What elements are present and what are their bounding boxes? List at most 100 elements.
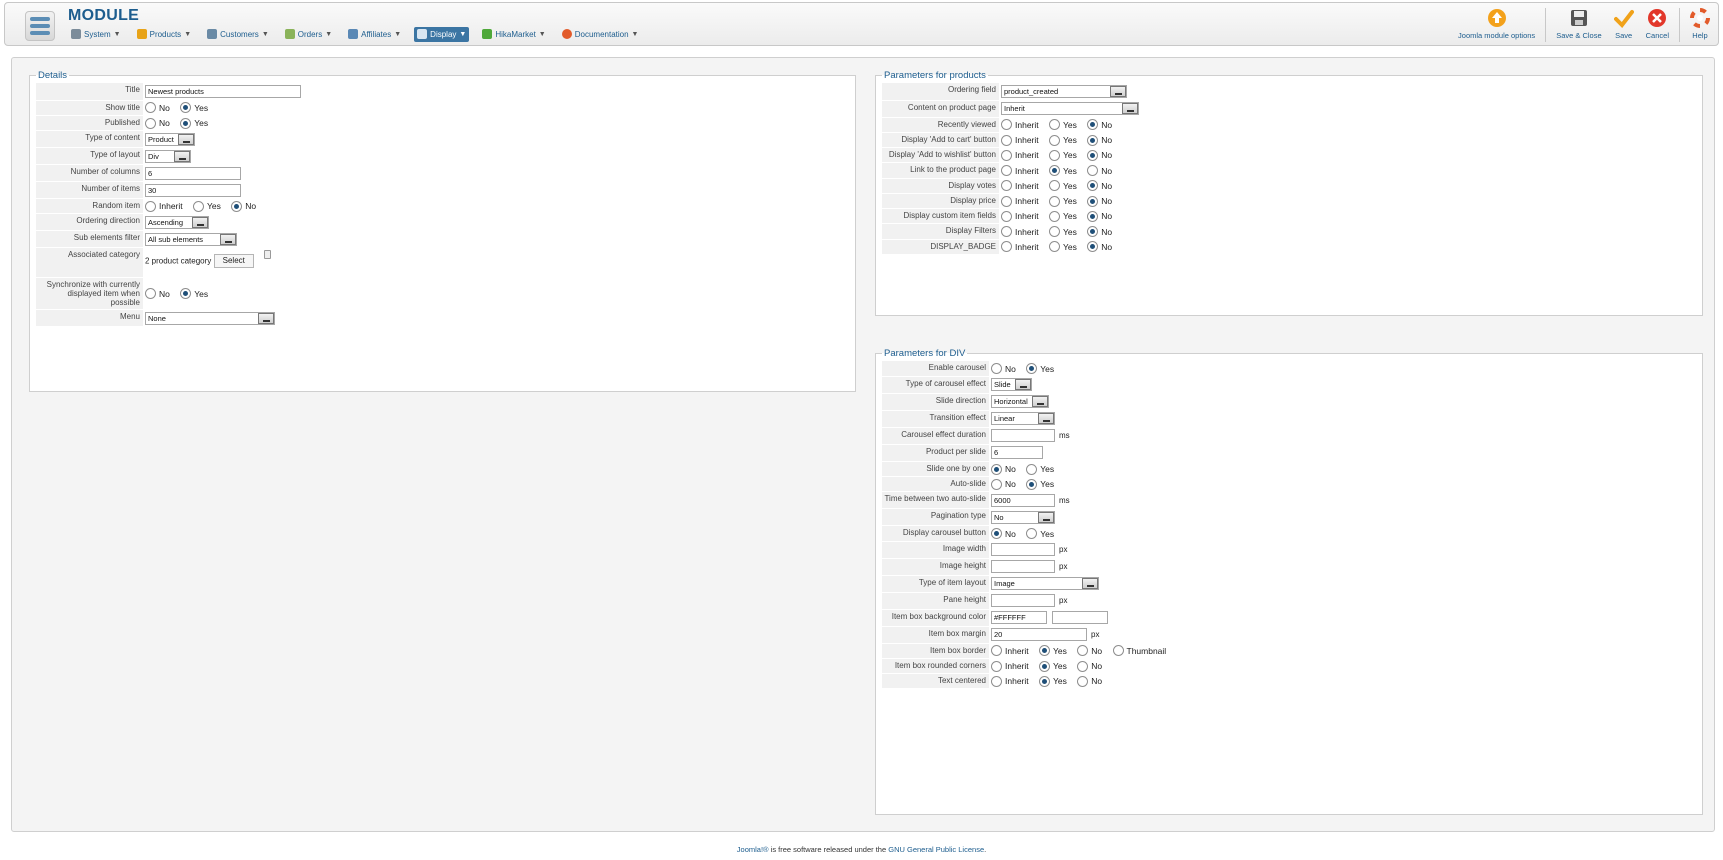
border-thumbnail-radio[interactable]	[1112, 645, 1124, 657]
centered-no-radio[interactable]	[1077, 675, 1089, 687]
random-yes-radio[interactable]	[193, 200, 204, 212]
content-page-select[interactable]: Inherit	[1001, 102, 1139, 115]
price-inherit-radio[interactable]	[1001, 195, 1012, 207]
show-title-no-radio[interactable]	[145, 102, 156, 114]
pane-height-input[interactable]	[991, 594, 1055, 607]
sub-filter-select[interactable]: All sub elements	[145, 232, 237, 246]
votes-no-radio[interactable]	[1087, 180, 1099, 192]
menu-products[interactable]: Products ▼	[134, 27, 195, 42]
rounded-inherit-radio[interactable]	[991, 660, 1002, 672]
show-title-yes-radio[interactable]	[180, 102, 192, 114]
delete-icon[interactable]	[264, 249, 272, 259]
votes-yes-radio[interactable]	[1049, 180, 1060, 192]
item-layout-select[interactable]: Image	[991, 577, 1099, 590]
title-input[interactable]: Newest products	[145, 85, 301, 98]
assoc-cat-value: 2 product category	[145, 256, 212, 266]
pagination-select[interactable]: No	[991, 510, 1055, 524]
one-by-one-yes-radio[interactable]	[1026, 463, 1038, 475]
menu-orders[interactable]: Orders ▼	[282, 27, 335, 42]
custom-fields-inherit-radio[interactable]	[1001, 210, 1012, 222]
slide-dir-select[interactable]: Horizontal	[991, 395, 1049, 409]
add-wishlist-yes-radio[interactable]	[1049, 149, 1060, 161]
num-items-input[interactable]: 30	[145, 183, 241, 197]
type-content-select[interactable]: Product	[145, 132, 195, 146]
num-items-label: Number of items	[36, 181, 143, 199]
published-no-radio[interactable]	[145, 117, 156, 129]
ordering-field-select[interactable]: product_created	[1001, 85, 1127, 98]
votes-inherit-radio[interactable]	[1001, 180, 1012, 192]
rounded-yes-radio[interactable]	[1039, 660, 1050, 672]
duration-input[interactable]	[991, 429, 1055, 443]
link-product-yes-radio[interactable]	[1049, 165, 1060, 176]
random-no-radio[interactable]	[231, 200, 243, 212]
save-close-button[interactable]: Save & Close	[1550, 6, 1607, 44]
joomla-link[interactable]: Joomla!®	[737, 845, 769, 854]
sync-yes-radio[interactable]	[180, 288, 192, 300]
carousel-btn-yes-radio[interactable]	[1026, 528, 1038, 539]
rounded-no-radio[interactable]	[1077, 660, 1089, 672]
border-inherit-radio[interactable]	[991, 645, 1002, 657]
one-by-one-no-radio[interactable]	[991, 463, 1002, 475]
add-cart-no-radio[interactable]	[1087, 134, 1099, 146]
recently-viewed-no-radio[interactable]	[1087, 119, 1099, 131]
badge-yes-radio[interactable]	[1049, 241, 1060, 253]
joomla-options-button[interactable]: Joomla module options	[1452, 6, 1541, 44]
add-wishlist-no-radio[interactable]	[1087, 149, 1099, 161]
carousel-btn-no-radio[interactable]	[991, 528, 1002, 539]
menu-display[interactable]: Display ▼	[414, 26, 470, 42]
menu-hikamarket[interactable]: HikaMarket ▼	[479, 27, 548, 42]
price-no-radio[interactable]	[1087, 195, 1099, 207]
badge-no-radio[interactable]	[1087, 241, 1099, 253]
filters-inherit-radio[interactable]	[1001, 226, 1012, 237]
border-no-radio[interactable]	[1077, 645, 1089, 657]
dropdown-arrow-icon	[192, 216, 208, 228]
select-category-button[interactable]: Select	[213, 253, 254, 268]
enable-carousel-yes-radio[interactable]	[1026, 363, 1038, 375]
bg-color-input[interactable]: #FFFFFF	[991, 611, 1047, 624]
centered-inherit-radio[interactable]	[991, 675, 1002, 687]
save-button[interactable]: Save	[1608, 6, 1640, 44]
gpl-license-link[interactable]: GNU General Public License	[888, 845, 984, 854]
num-columns-input[interactable]: 6	[145, 166, 241, 180]
color-picker-swatch[interactable]	[1052, 611, 1108, 624]
enable-carousel-no-radio[interactable]	[991, 363, 1002, 375]
radio-label: Inherit	[1005, 645, 1029, 656]
carousel-effect-select[interactable]: Slide	[991, 378, 1032, 392]
per-slide-input[interactable]: 6	[991, 446, 1043, 460]
help-button[interactable]: Help	[1684, 6, 1716, 44]
add-wishlist-inherit-radio[interactable]	[1001, 149, 1012, 161]
cancel-button[interactable]: Cancel	[1640, 6, 1675, 44]
recently-viewed-yes-radio[interactable]	[1049, 119, 1060, 131]
type-layout-select[interactable]: Div	[145, 149, 191, 163]
price-yes-radio[interactable]	[1049, 195, 1060, 207]
menu-documentation[interactable]: Documentation ▼	[559, 27, 642, 42]
add-cart-inherit-radio[interactable]	[1001, 134, 1012, 146]
menu-affiliates[interactable]: Affiliates ▼	[345, 27, 404, 42]
ordering-dir-select[interactable]: Ascending	[145, 215, 209, 229]
margin-input[interactable]: 20	[991, 628, 1087, 641]
filters-yes-radio[interactable]	[1049, 226, 1060, 237]
custom-fields-no-radio[interactable]	[1087, 210, 1099, 222]
auto-slide-yes-radio[interactable]	[1026, 478, 1038, 490]
transition-select[interactable]: Linear	[991, 412, 1055, 426]
add-cart-yes-radio[interactable]	[1049, 134, 1060, 146]
filters-no-radio[interactable]	[1087, 226, 1099, 237]
published-yes-radio[interactable]	[180, 117, 192, 129]
auto-slide-no-radio[interactable]	[991, 478, 1002, 490]
menu-toggle-icon[interactable]	[25, 11, 55, 41]
custom-fields-yes-radio[interactable]	[1049, 210, 1060, 222]
link-product-inherit-radio[interactable]	[1001, 165, 1012, 176]
menu-select[interactable]: None	[145, 311, 275, 325]
time-between-input[interactable]: 6000	[991, 493, 1055, 507]
random-inherit-radio[interactable]	[145, 200, 156, 212]
menu-system[interactable]: System ▼	[68, 27, 124, 42]
sync-no-radio[interactable]	[145, 288, 156, 300]
img-height-input[interactable]	[991, 560, 1055, 573]
border-yes-radio[interactable]	[1039, 645, 1050, 657]
link-product-no-radio[interactable]	[1087, 165, 1099, 176]
badge-inherit-radio[interactable]	[1001, 241, 1012, 253]
centered-yes-radio[interactable]	[1039, 675, 1050, 687]
img-width-input[interactable]	[991, 543, 1055, 556]
menu-customers[interactable]: Customers ▼	[204, 27, 272, 42]
recently-viewed-inherit-radio[interactable]	[1001, 119, 1012, 131]
